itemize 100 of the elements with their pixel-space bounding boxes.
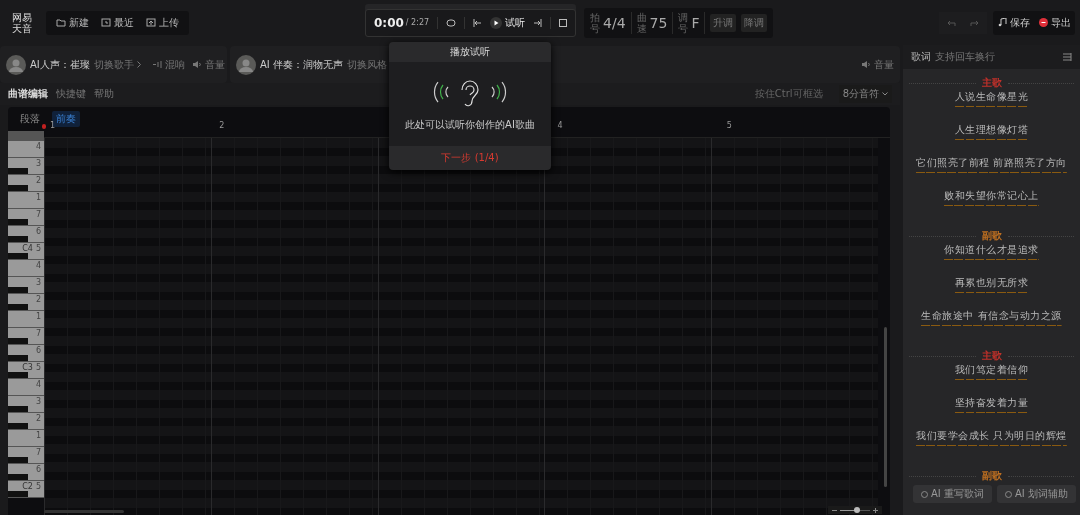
piano-key[interactable]: 2	[8, 175, 44, 192]
skip-back-icon[interactable]	[473, 18, 483, 27]
key-label: 6	[35, 465, 41, 475]
sharp-key[interactable]	[8, 372, 28, 378]
editor-tab[interactable]: 快捷键	[56, 87, 86, 101]
piano-key[interactable]: 7	[8, 209, 44, 226]
piano-key[interactable]: C3 5	[8, 362, 44, 379]
key-label: 1	[35, 431, 41, 441]
switch-link[interactable]: 切换歌手	[93, 57, 141, 72]
panel-title: 歌词	[911, 50, 931, 64]
sharp-key[interactable]	[8, 168, 28, 174]
play-icon	[490, 16, 503, 29]
key-label: 4	[35, 142, 41, 152]
loop-icon[interactable]	[446, 18, 457, 27]
editor-tab[interactable]: 曲谱编辑	[8, 87, 48, 101]
key-label: 5	[35, 482, 41, 492]
octave-label: C3	[22, 363, 33, 373]
switch-link[interactable]: 切换风格	[346, 57, 394, 72]
track-title: AI人声：崔璨	[30, 57, 90, 72]
meter-label: 拍号	[590, 11, 601, 34]
sharp-key[interactable]	[8, 491, 28, 497]
piano-key[interactable]: 3	[8, 396, 44, 413]
sharp-key[interactable]	[8, 355, 28, 361]
key-label: 4	[35, 380, 41, 390]
piano-key[interactable]: 4	[8, 379, 44, 396]
sharp-key[interactable]	[8, 236, 28, 242]
piano-key[interactable]: 6	[8, 464, 44, 481]
zoom-out-icon[interactable]	[832, 507, 837, 513]
note-icon	[997, 18, 1007, 27]
editor-tab[interactable]: 帮助	[94, 87, 114, 101]
toolbar-button[interactable]: 新建	[56, 15, 89, 30]
toolbar-button[interactable]: 最近	[101, 15, 134, 30]
piano-key[interactable]: 1	[8, 430, 44, 447]
sharp-key[interactable]	[8, 287, 28, 293]
track-control[interactable]: 混响	[152, 57, 185, 72]
playhead-marker[interactable]	[42, 124, 46, 129]
sharp-key[interactable]	[8, 219, 28, 225]
track-control[interactable]: 音量	[862, 57, 894, 72]
note-value-dropdown[interactable]: 8分音符	[838, 85, 892, 103]
stop-icon[interactable]	[559, 18, 568, 27]
piano-key[interactable]: 7	[8, 447, 44, 464]
key-button[interactable]: 降调	[741, 13, 768, 32]
piano-key[interactable]: 4	[8, 141, 44, 158]
sharp-key[interactable]	[8, 406, 28, 412]
export-button[interactable]: 导出	[1038, 15, 1071, 30]
ai-button[interactable]: AI 划词辅助	[997, 485, 1076, 503]
folder-icon	[56, 18, 66, 27]
menu-icon[interactable]	[1063, 53, 1072, 61]
sharp-key[interactable]	[8, 457, 28, 463]
scrollbar[interactable]	[884, 327, 887, 487]
meter-value[interactable]: F	[691, 14, 700, 31]
zoom-in-icon[interactable]	[873, 507, 878, 513]
reverb-icon	[152, 61, 162, 68]
current-time: 0:00	[374, 15, 404, 30]
piano-key[interactable]: 1	[8, 311, 44, 328]
scrollbar[interactable]	[44, 510, 124, 513]
popup-text: 此处可以试听你创作的AI歌曲	[405, 118, 535, 132]
piano-key[interactable]: C4 5	[8, 243, 44, 260]
speaker-icon	[192, 61, 202, 68]
panel-hint: 支持回车换行	[935, 50, 995, 64]
key-label: 5	[35, 363, 41, 373]
toolbar-button[interactable]: 上传	[146, 15, 179, 30]
key-button[interactable]: 升调	[710, 13, 737, 32]
piano-key[interactable]: C2 5	[8, 481, 44, 498]
section-tab[interactable]: 段落	[16, 111, 44, 127]
meter-label: 调号	[678, 11, 689, 34]
sharp-key[interactable]	[8, 253, 28, 259]
piano-key[interactable]: 6	[8, 226, 44, 243]
chevron-icon	[136, 61, 141, 68]
skip-forward-icon[interactable]	[533, 18, 543, 27]
measure-number: 4	[557, 121, 563, 130]
meter-value[interactable]: 75	[649, 14, 668, 31]
ai-button[interactable]: AI 重写歌词	[913, 485, 992, 503]
key-label: 4	[35, 261, 41, 271]
save-button[interactable]: 保存	[997, 15, 1030, 30]
measure-number: 5	[726, 121, 732, 130]
octave-label: C2	[22, 482, 33, 492]
sharp-key[interactable]	[8, 185, 28, 191]
piano-key[interactable]: 6	[8, 345, 44, 362]
track-control[interactable]: 音量	[192, 57, 225, 72]
track-title: AI 伴奏：润物无声	[260, 57, 343, 72]
piano-key[interactable]: 3	[8, 158, 44, 175]
avatar-icon	[236, 54, 256, 75]
duration: / 2:27	[405, 18, 430, 27]
next-step-button[interactable]: 下一步 (1/4)	[389, 146, 551, 170]
sharp-key[interactable]	[8, 304, 28, 310]
piano-key[interactable]: 2	[8, 413, 44, 430]
piano-key[interactable]: 4	[8, 260, 44, 277]
section-label: 主歌	[981, 76, 1002, 90]
redo-icon[interactable]	[970, 18, 980, 27]
meter-value[interactable]: 4/4	[603, 14, 626, 31]
undo-icon[interactable]	[946, 18, 956, 27]
sharp-key[interactable]	[8, 423, 28, 429]
play-button[interactable]: 试听	[490, 15, 526, 30]
piano-key[interactable]: 1	[8, 192, 44, 209]
sharp-key[interactable]	[8, 474, 28, 480]
sharp-key[interactable]	[8, 338, 28, 344]
piano-key[interactable]: 3	[8, 277, 44, 294]
piano-key[interactable]: 7	[8, 328, 44, 345]
piano-key[interactable]: 2	[8, 294, 44, 311]
